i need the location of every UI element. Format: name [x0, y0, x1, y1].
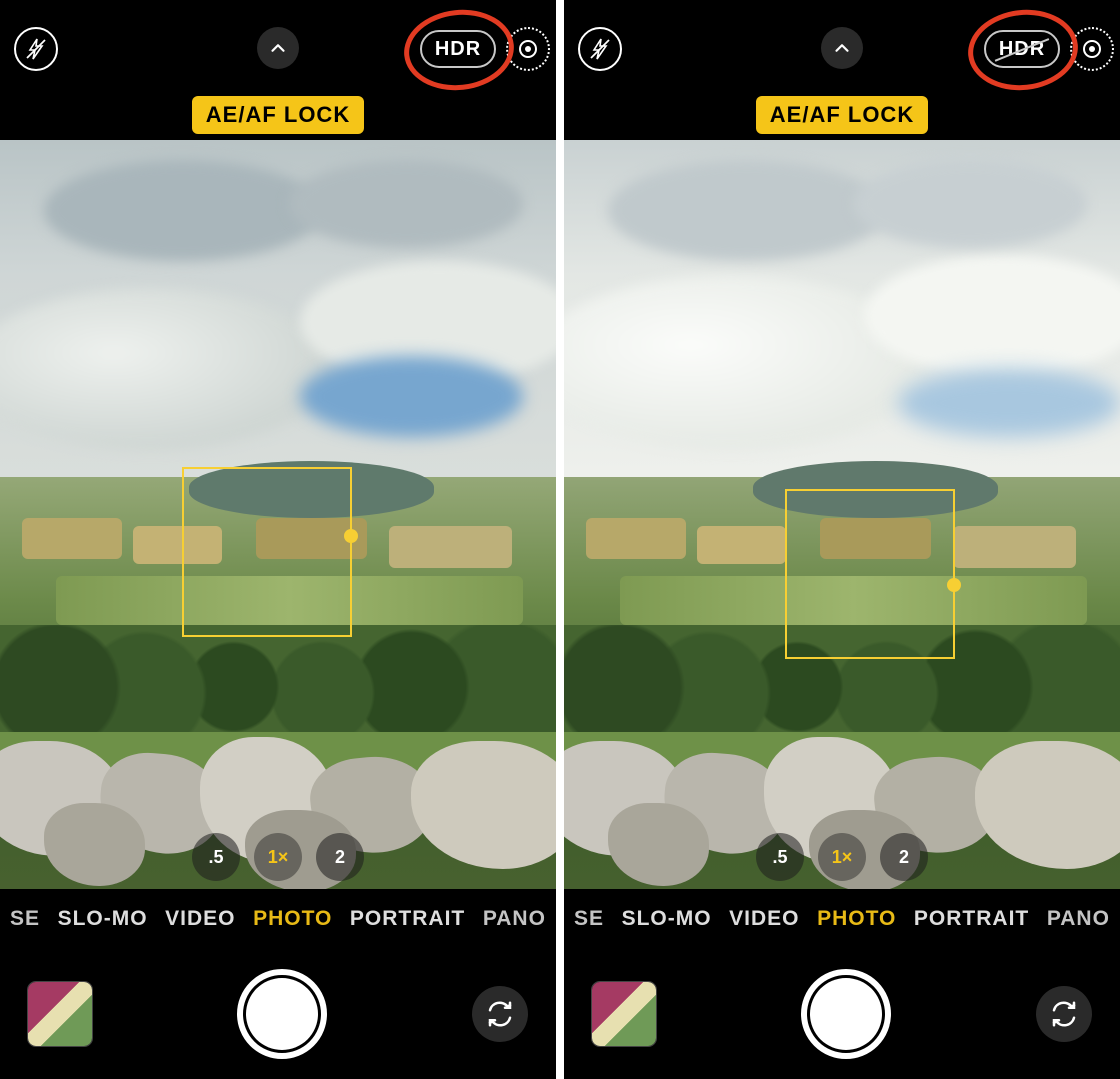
ae-af-lock-row: AE/AF LOCK: [0, 90, 556, 140]
focus-indicator: [785, 489, 955, 659]
mode-item[interactable]: SLO-MO: [58, 907, 148, 931]
last-photo-thumbnail[interactable]: [592, 982, 656, 1046]
mode-item[interactable]: PORTRAIT: [914, 907, 1029, 931]
sky: [564, 140, 1120, 477]
camera-swap-icon[interactable]: [1036, 986, 1092, 1042]
sky: [0, 140, 556, 477]
zoom-controls: .5 1× 2: [192, 833, 364, 881]
live-photo-icon[interactable]: [1070, 27, 1114, 71]
mode-selector[interactable]: SE SLO-MO VIDEO PHOTO PORTRAIT PANO: [564, 889, 1120, 949]
mode-item-active[interactable]: PHOTO: [253, 907, 332, 931]
mode-item[interactable]: VIDEO: [729, 907, 799, 931]
zoom-1x[interactable]: 1×: [254, 833, 302, 881]
hdr-toggle[interactable]: HDR: [984, 30, 1060, 68]
chevron-up-icon[interactable]: [821, 27, 863, 69]
top-controls: HDR: [564, 0, 1120, 90]
flash-off-icon[interactable]: [14, 27, 58, 71]
ae-af-lock-badge: AE/AF LOCK: [756, 96, 928, 134]
zoom-2x[interactable]: 2: [316, 833, 364, 881]
zoom-controls: .5 1× 2: [756, 833, 928, 881]
mode-item[interactable]: SE: [574, 907, 604, 931]
viewfinder[interactable]: .5 1× 2: [564, 140, 1120, 889]
ae-af-lock-row: AE/AF LOCK: [564, 90, 1120, 140]
mode-item[interactable]: VIDEO: [165, 907, 235, 931]
bottom-dock: [564, 949, 1120, 1079]
focus-indicator: [182, 467, 352, 637]
chevron-up-icon[interactable]: [257, 27, 299, 69]
zoom-2x[interactable]: 2: [880, 833, 928, 881]
top-controls: HDR: [0, 0, 556, 90]
camera-swap-icon[interactable]: [472, 986, 528, 1042]
camera-screen-hdr-on: HDR AE/AF LOCK: [0, 0, 556, 1079]
last-photo-thumbnail[interactable]: [28, 982, 92, 1046]
camera-screen-hdr-off: HDR AE/AF LOCK: [564, 0, 1120, 1079]
shutter-button[interactable]: [801, 969, 891, 1059]
ae-af-lock-badge: AE/AF LOCK: [192, 96, 364, 134]
zoom-0.5x[interactable]: .5: [756, 833, 804, 881]
flash-off-icon[interactable]: [578, 27, 622, 71]
hdr-toggle[interactable]: HDR: [420, 30, 496, 68]
zoom-1x[interactable]: 1×: [818, 833, 866, 881]
mode-item[interactable]: SLO-MO: [622, 907, 712, 931]
mode-selector[interactable]: SE SLO-MO VIDEO PHOTO PORTRAIT PANO: [0, 889, 556, 949]
mode-item[interactable]: SE: [10, 907, 40, 931]
mode-item[interactable]: PANO: [1047, 907, 1110, 931]
shutter-button[interactable]: [237, 969, 327, 1059]
viewfinder[interactable]: .5 1× 2: [0, 140, 556, 889]
mode-item[interactable]: PORTRAIT: [350, 907, 465, 931]
exposure-slider-icon[interactable]: [344, 529, 358, 543]
zoom-0.5x[interactable]: .5: [192, 833, 240, 881]
bottom-dock: [0, 949, 556, 1079]
mode-item-active[interactable]: PHOTO: [817, 907, 896, 931]
mode-item[interactable]: PANO: [483, 907, 546, 931]
live-photo-icon[interactable]: [506, 27, 550, 71]
